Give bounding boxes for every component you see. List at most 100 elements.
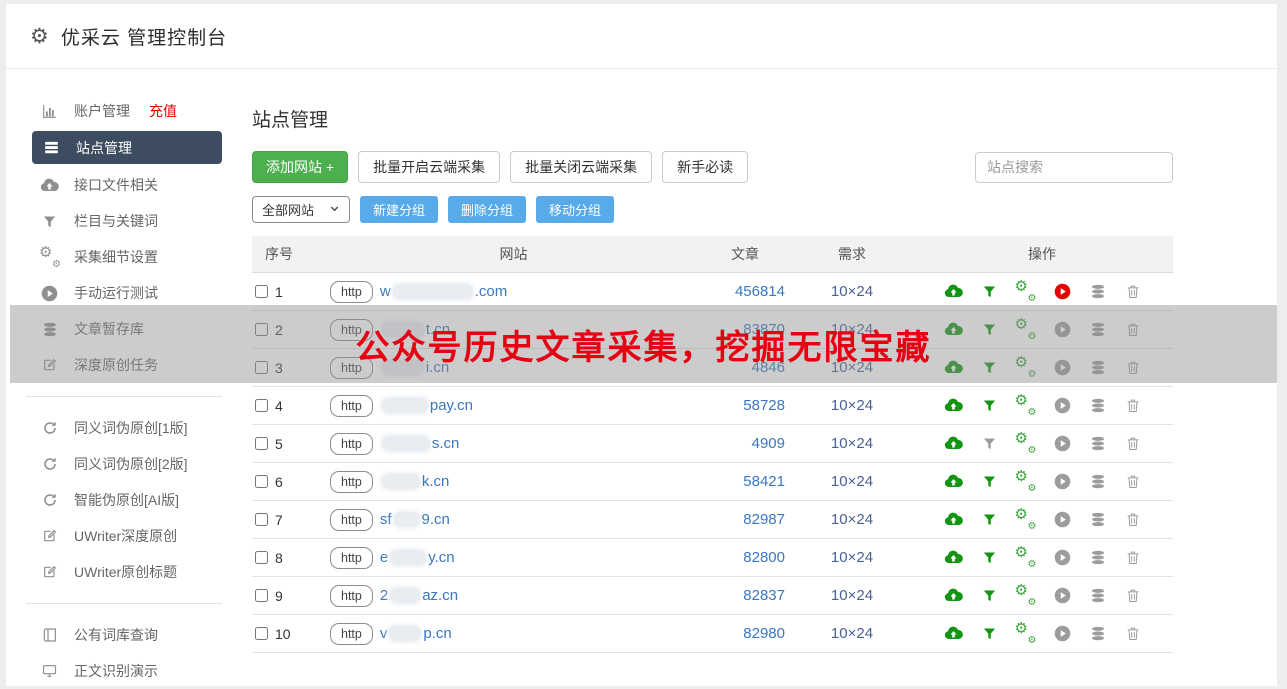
- gears-icon[interactable]: ⚙ ⚙: [1015, 621, 1037, 646]
- gears-icon[interactable]: ⚙ ⚙: [1015, 393, 1037, 418]
- cell-article-count[interactable]: 82980: [697, 625, 793, 642]
- row-checkbox[interactable]: [255, 285, 268, 298]
- group-select[interactable]: 全部网站: [252, 196, 350, 223]
- cell-article-count[interactable]: 82837: [697, 587, 793, 604]
- sidebar-item[interactable]: ⚙ ⚙ 采集细节设置: [6, 239, 244, 275]
- trash-icon[interactable]: [1125, 625, 1141, 642]
- http-protocol-badge[interactable]: http: [330, 508, 373, 531]
- sidebar-item[interactable]: 接口文件相关: [6, 167, 244, 203]
- cell-article-count[interactable]: 58421: [697, 473, 793, 490]
- play-icon[interactable]: [1054, 397, 1071, 414]
- row-checkbox[interactable]: [255, 589, 268, 602]
- trash-icon[interactable]: [1125, 283, 1141, 300]
- site-domain-link[interactable]: pay.cn: [380, 397, 473, 414]
- filter-icon[interactable]: [982, 284, 997, 299]
- play-icon[interactable]: [1054, 625, 1071, 642]
- database-icon[interactable]: [1090, 397, 1106, 414]
- trash-icon[interactable]: [1125, 511, 1141, 528]
- trash-icon[interactable]: [1125, 587, 1141, 604]
- cloud-upload-icon[interactable]: [944, 511, 963, 528]
- trash-icon[interactable]: [1125, 473, 1141, 490]
- http-protocol-badge[interactable]: http: [330, 622, 373, 645]
- sidebar-item[interactable]: 栏目与关键词: [6, 203, 244, 239]
- gears-icon[interactable]: ⚙ ⚙: [1015, 545, 1037, 570]
- cloud-upload-icon[interactable]: [944, 473, 963, 490]
- batch-close-cloud-button[interactable]: 批量关闭云端采集: [510, 151, 653, 183]
- gears-icon[interactable]: ⚙ ⚙: [1015, 507, 1037, 532]
- delete-group-button[interactable]: 删除分组: [448, 196, 527, 223]
- database-icon[interactable]: [1090, 283, 1106, 300]
- database-icon[interactable]: [1090, 435, 1106, 452]
- sidebar-item[interactable]: 同义词伪原创[1版]: [6, 410, 244, 446]
- sidebar-item[interactable]: 智能伪原创[AI版]: [6, 482, 244, 518]
- site-domain-link[interactable]: v p.cn: [380, 625, 452, 642]
- site-domain-link[interactable]: k.cn: [380, 473, 449, 490]
- site-domain-link[interactable]: e y.cn: [380, 549, 455, 566]
- http-protocol-badge[interactable]: http: [330, 546, 373, 569]
- gears-icon[interactable]: ⚙ ⚙: [1015, 279, 1037, 304]
- newbie-guide-button[interactable]: 新手必读: [662, 151, 749, 183]
- row-checkbox[interactable]: [255, 399, 268, 412]
- site-search-input[interactable]: [975, 151, 1173, 183]
- database-icon[interactable]: [1090, 549, 1106, 566]
- filter-icon[interactable]: [982, 474, 997, 489]
- cell-article-count[interactable]: 82800: [697, 549, 793, 566]
- filter-icon[interactable]: [982, 436, 997, 451]
- database-icon[interactable]: [1090, 511, 1106, 528]
- cloud-upload-icon[interactable]: [944, 397, 963, 414]
- new-group-button[interactable]: 新建分组: [360, 196, 439, 223]
- recharge-link[interactable]: 充值: [149, 101, 177, 121]
- play-icon[interactable]: [1054, 283, 1071, 300]
- gears-icon[interactable]: ⚙ ⚙: [1015, 583, 1037, 608]
- sidebar-item[interactable]: 公有词库查询: [6, 617, 244, 653]
- filter-icon[interactable]: [982, 588, 997, 603]
- http-protocol-badge[interactable]: http: [330, 394, 373, 417]
- row-checkbox[interactable]: [255, 627, 268, 640]
- trash-icon[interactable]: [1125, 397, 1141, 414]
- play-icon[interactable]: [1054, 435, 1071, 452]
- http-protocol-badge[interactable]: http: [330, 432, 373, 455]
- sidebar-item[interactable]: UWriter原创标题: [6, 554, 244, 590]
- move-group-button[interactable]: 移动分组: [536, 196, 615, 223]
- http-protocol-badge[interactable]: http: [330, 584, 373, 607]
- filter-icon[interactable]: [982, 398, 997, 413]
- cloud-upload-icon[interactable]: [944, 549, 963, 566]
- batch-open-cloud-button[interactable]: 批量开启云端采集: [358, 151, 501, 183]
- gears-icon[interactable]: ⚙ ⚙: [1015, 431, 1037, 456]
- play-icon[interactable]: [1054, 473, 1071, 490]
- trash-icon[interactable]: [1125, 435, 1141, 452]
- database-icon[interactable]: [1090, 473, 1106, 490]
- sidebar-item[interactable]: UWriter深度原创: [6, 518, 244, 554]
- cell-article-count[interactable]: 4909: [697, 435, 793, 452]
- row-checkbox[interactable]: [255, 513, 268, 526]
- database-icon[interactable]: [1090, 625, 1106, 642]
- cloud-upload-icon[interactable]: [944, 435, 963, 452]
- filter-icon[interactable]: [982, 512, 997, 527]
- add-site-button[interactable]: 添加网站 +: [252, 151, 349, 183]
- row-checkbox[interactable]: [255, 551, 268, 564]
- row-checkbox[interactable]: [255, 475, 268, 488]
- trash-icon[interactable]: [1125, 549, 1141, 566]
- sidebar-item[interactable]: 站点管理: [32, 131, 222, 164]
- play-icon[interactable]: [1054, 549, 1071, 566]
- filter-icon[interactable]: [982, 550, 997, 565]
- site-domain-link[interactable]: 2 az.cn: [380, 587, 458, 604]
- sidebar-item[interactable]: 同义词伪原创[2版]: [6, 446, 244, 482]
- site-domain-link[interactable]: sf 9.cn: [380, 511, 450, 528]
- site-domain-link[interactable]: s.cn: [380, 435, 459, 452]
- sidebar-item[interactable]: 账户管理 充值: [6, 93, 244, 129]
- http-protocol-badge[interactable]: http: [330, 280, 373, 303]
- sidebar-item[interactable]: 正文识别演示: [6, 653, 244, 689]
- row-checkbox[interactable]: [255, 437, 268, 450]
- http-protocol-badge[interactable]: http: [330, 470, 373, 493]
- play-icon[interactable]: [1054, 587, 1071, 604]
- cell-article-count[interactable]: 58728: [697, 397, 793, 414]
- cloud-upload-icon[interactable]: [944, 625, 963, 642]
- cell-article-count[interactable]: 456814: [697, 283, 793, 300]
- filter-icon[interactable]: [982, 626, 997, 641]
- gears-icon[interactable]: ⚙ ⚙: [1015, 469, 1037, 494]
- play-icon[interactable]: [1054, 511, 1071, 528]
- database-icon[interactable]: [1090, 587, 1106, 604]
- cell-article-count[interactable]: 82987: [697, 511, 793, 528]
- site-domain-link[interactable]: w .com: [380, 283, 507, 300]
